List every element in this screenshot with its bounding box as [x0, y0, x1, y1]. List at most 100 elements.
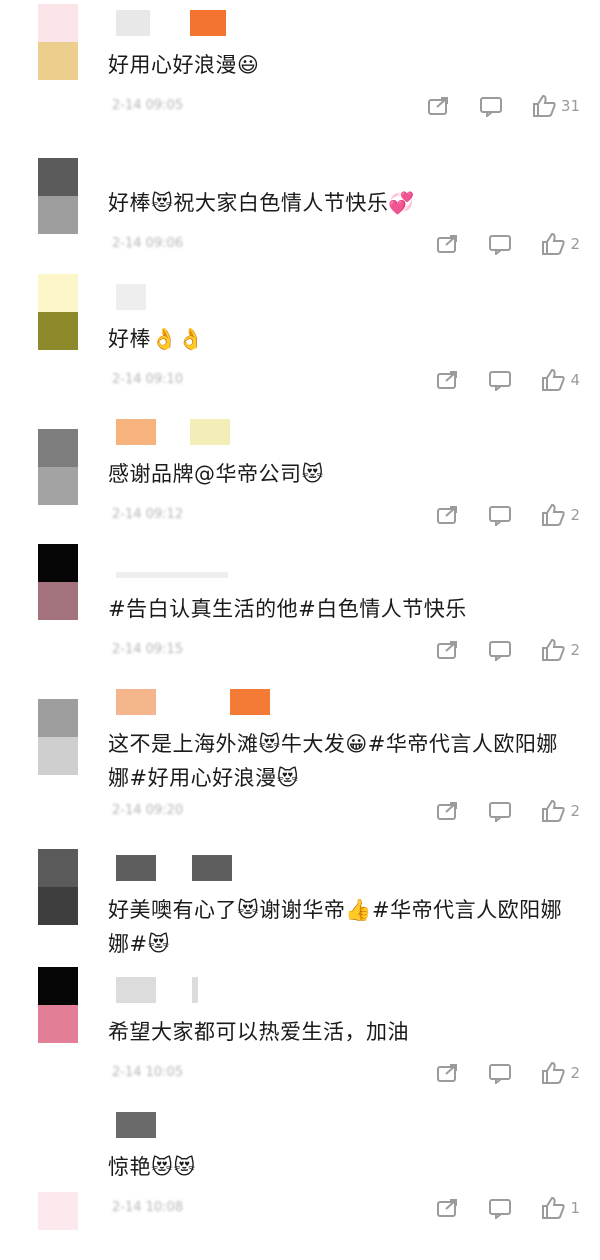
username-pixel	[192, 977, 198, 1003]
comment-icon[interactable]	[488, 369, 512, 391]
avatar[interactable]	[38, 158, 78, 234]
like-button[interactable]: 2	[540, 503, 580, 527]
avatar[interactable]	[38, 967, 78, 1043]
username[interactable]	[116, 554, 228, 580]
comment-item: 惊艳😻😻 2-14 10:08 1	[0, 1110, 600, 1260]
comment-icon[interactable]	[479, 95, 503, 117]
avatar-pixel	[38, 967, 78, 1005]
username-pixel	[192, 855, 232, 881]
username-pixel	[190, 10, 226, 36]
avatar-pixel	[38, 42, 78, 80]
avatar[interactable]	[38, 1154, 78, 1230]
share-icon[interactable]	[436, 369, 460, 391]
comment-time: 2-14 09:05	[112, 98, 184, 113]
comment-item: #告白认真生活的他#白色情人节快乐 2-14 09:15 2	[0, 544, 600, 710]
username[interactable]	[116, 977, 198, 1003]
comment-actions: 1	[436, 1196, 580, 1220]
comment-icon[interactable]	[488, 233, 512, 255]
comment-icon[interactable]	[488, 639, 512, 661]
avatar[interactable]	[38, 544, 78, 620]
avatar-pixel	[38, 699, 78, 737]
username[interactable]	[116, 855, 232, 881]
comment-icon[interactable]	[488, 504, 512, 526]
username-pixel	[230, 689, 270, 715]
like-button[interactable]: 31	[531, 94, 580, 118]
username-pixel	[190, 419, 230, 445]
avatar-pixel	[38, 1154, 78, 1192]
comment-time: 2-14 10:05	[112, 1065, 184, 1080]
avatar-pixel	[38, 737, 78, 775]
comment-actions: 2	[436, 503, 580, 527]
username-pixel	[156, 855, 192, 881]
share-icon[interactable]	[427, 95, 451, 117]
comment-text: #告白认真生活的他#白色情人节快乐	[108, 597, 467, 621]
comment-text: 好美噢有心了😻谢谢华帝👍#华帝代言人欧阳娜娜#😻	[108, 898, 563, 956]
like-count: 2	[570, 235, 580, 253]
comment-actions: 2	[436, 638, 580, 662]
like-count: 2	[570, 641, 580, 659]
comment-time: 2-14 09:15	[112, 642, 184, 657]
username[interactable]	[116, 10, 226, 36]
avatar-pixel	[38, 312, 78, 350]
username-pixel	[116, 689, 156, 715]
like-button[interactable]: 2	[540, 1061, 580, 1085]
avatar-pixel	[38, 1005, 78, 1043]
comment-text: 这不是上海外滩😻牛大发😀#华帝代言人欧阳娜娜#好用心好浪漫😻	[108, 732, 558, 790]
comment-time: 2-14 09:06	[112, 236, 184, 251]
avatar[interactable]	[38, 429, 78, 505]
share-icon[interactable]	[436, 1062, 460, 1084]
share-icon[interactable]	[436, 1197, 460, 1219]
share-icon[interactable]	[436, 639, 460, 661]
username-pixel	[156, 419, 190, 445]
username[interactable]	[116, 689, 270, 715]
avatar[interactable]	[38, 274, 78, 350]
avatar-pixel	[38, 887, 78, 925]
username[interactable]	[116, 1112, 156, 1138]
avatar-pixel	[38, 467, 78, 505]
like-button[interactable]: 4	[540, 368, 580, 392]
comment-icon[interactable]	[488, 800, 512, 822]
avatar-pixel	[38, 544, 78, 582]
like-count: 1	[570, 1199, 580, 1217]
comment-actions: 2	[436, 1061, 580, 1085]
avatar-pixel	[38, 1192, 78, 1230]
avatar[interactable]	[38, 849, 78, 925]
like-count: 2	[570, 802, 580, 820]
username-pixel	[116, 10, 150, 36]
comment-item: 好用心好浪漫😃 2-14 09:05 31	[0, 0, 600, 150]
comment-icon[interactable]	[488, 1062, 512, 1084]
username-pixel	[116, 977, 156, 1003]
like-button[interactable]: 1	[540, 1196, 580, 1220]
like-button[interactable]: 2	[540, 799, 580, 823]
comment-item: 希望大家都可以热爱生活，加油 2-14 10:05 2	[0, 963, 600, 1113]
avatar-pixel	[38, 158, 78, 196]
username[interactable]	[116, 419, 230, 445]
comment-time: 2-14 09:10	[112, 372, 184, 387]
share-icon[interactable]	[436, 800, 460, 822]
username-pixel	[116, 419, 156, 445]
like-button[interactable]: 2	[540, 232, 580, 256]
username[interactable]	[116, 284, 146, 310]
comment-time: 2-14 09:20	[112, 803, 184, 818]
comment-item: 好棒😻祝大家白色情人节快乐💞 2-14 09:06 2	[0, 154, 600, 304]
avatar[interactable]	[38, 699, 78, 775]
share-icon[interactable]	[436, 233, 460, 255]
comment-text: 好用心好浪漫😃	[108, 53, 260, 77]
avatar-pixel	[38, 582, 78, 620]
like-count: 31	[560, 97, 580, 115]
comment-item: 这不是上海外滩😻牛大发😀#华帝代言人欧阳娜娜#好用心好浪漫😻 2-14 09:20…	[0, 689, 600, 845]
comment-actions: 2	[436, 232, 580, 256]
like-button[interactable]: 2	[540, 638, 580, 662]
comment-text: 好棒👌👌	[108, 327, 205, 351]
username-pixel	[156, 707, 230, 713]
comment-text: 惊艳😻😻	[108, 1155, 196, 1179]
comment-actions: 4	[436, 368, 580, 392]
username-pixel	[116, 1112, 156, 1138]
username-pixel	[150, 10, 190, 36]
comment-icon[interactable]	[488, 1197, 512, 1219]
share-icon[interactable]	[436, 504, 460, 526]
avatar[interactable]	[38, 4, 78, 80]
comment-actions: 31	[427, 94, 580, 118]
comment-text: 希望大家都可以热爱生活，加油	[108, 1020, 409, 1044]
comment-text: 好棒😻祝大家白色情人节快乐💞	[108, 191, 416, 215]
